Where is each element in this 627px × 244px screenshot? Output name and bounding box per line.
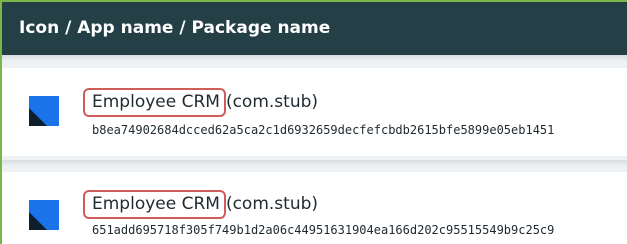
app-hash: b8ea74902684dcced62a5ca2c1d6932659decfef…: [92, 123, 555, 137]
table-row[interactable]: Employee CRM (com.stub) b8ea74902684dcced…: [2, 68, 627, 156]
app-name: Employee CRM: [92, 194, 220, 214]
header-shadow: [2, 55, 627, 61]
row-gap: [2, 156, 627, 172]
table-row[interactable]: Employee CRM (com.stub) 651add695718f305f…: [2, 172, 627, 244]
package-name: (com.stub): [225, 194, 319, 214]
app-icon: [29, 200, 59, 230]
app-name-highlight: Employee CRM: [83, 88, 226, 117]
app-name-highlight: Employee CRM: [83, 190, 226, 219]
app-icon: [29, 96, 59, 126]
package-name: (com.stub): [225, 92, 319, 112]
app-name: Employee CRM: [92, 92, 220, 112]
app-name-line: Employee CRM (com.stub): [83, 190, 319, 219]
app-hash: 651add695718f305f749b1d2a06c44951631904e…: [92, 223, 555, 237]
app-table: Icon / App name / Package name Employee …: [0, 0, 627, 244]
row-shadow: [2, 160, 627, 166]
row-gap: [2, 55, 627, 68]
table-header: Icon / App name / Package name: [2, 2, 627, 55]
app-name-line: Employee CRM (com.stub): [83, 88, 319, 117]
